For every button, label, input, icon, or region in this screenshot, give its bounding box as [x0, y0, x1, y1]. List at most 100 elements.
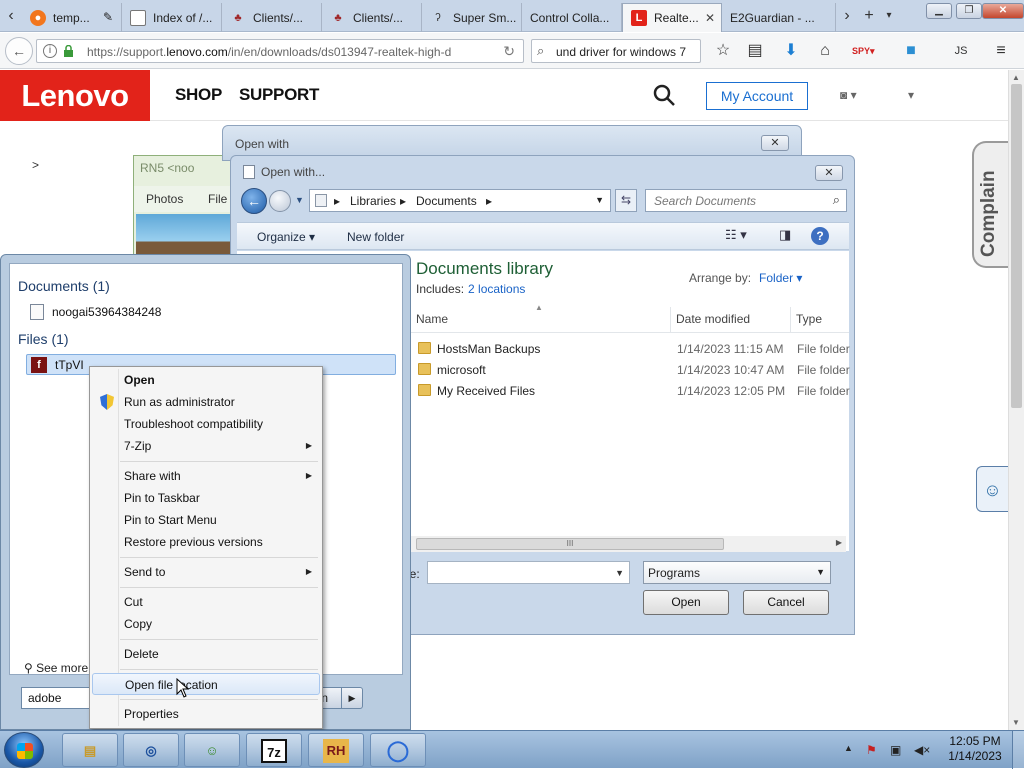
chevron-down-icon[interactable]: ▼ [615, 568, 624, 578]
reload-icon[interactable]: ↻ [503, 43, 515, 60]
tray-expand-icon[interactable]: ▲ [844, 743, 853, 753]
url-bar[interactable]: i https://support.lenovo.com/in/en/downl… [36, 39, 524, 63]
scroll-thumb[interactable] [1011, 84, 1022, 408]
file-row[interactable]: My Received Files 1/14/2023 12:05 PM Fil… [411, 381, 850, 402]
taskbar-app-chrome[interactable]: ◯ [370, 733, 426, 767]
tab-scroll-left-icon[interactable]: ‹ [2, 6, 20, 26]
network-icon[interactable]: ▣ [890, 743, 901, 757]
js-addon-icon[interactable]: JS [950, 40, 972, 62]
menu-hamburger-icon[interactable]: ≡ [990, 40, 1012, 62]
files-group-title[interactable]: Files (1) [18, 331, 69, 347]
taskbar-app-network[interactable]: ◎ [123, 733, 179, 767]
new-folder-button[interactable]: New folder [347, 230, 404, 244]
nav-forward-button[interactable] [269, 190, 291, 212]
complain-tab[interactable]: Complain [972, 141, 1008, 268]
tab-list-icon[interactable]: ▾ [880, 6, 898, 26]
open-button[interactable]: Open [643, 590, 729, 615]
menu-item-copy[interactable]: Copy [92, 613, 320, 635]
file-row[interactable]: microsoft 1/14/2023 10:47 AM File folder [411, 360, 850, 381]
rn5-menu-file[interactable]: File [208, 192, 227, 206]
search-documents-input[interactable]: Search Documents ⌕ [645, 189, 847, 212]
bookmark-star-icon[interactable]: ☆ [712, 40, 734, 62]
flag-alert-icon[interactable]: ⚑ [866, 743, 877, 757]
chevron-down-icon[interactable]: ▼ [595, 195, 604, 205]
shutdown-options-icon[interactable]: ▶ [341, 687, 363, 709]
recent-locations-icon[interactable]: ▼ [295, 195, 304, 205]
search-icon[interactable] [652, 83, 676, 107]
arrange-by-dropdown[interactable]: Folder ▾ [759, 271, 802, 285]
refresh-button[interactable]: ⇆ [615, 189, 637, 212]
tab-6-active[interactable]: L Realte... ✕ [622, 3, 722, 32]
column-date-modified[interactable]: Date modified [671, 307, 791, 333]
maximize-button[interactable]: ❐ [956, 3, 982, 19]
menu-item-open[interactable]: Open [92, 369, 320, 391]
download-icon[interactable]: ⬇ [780, 40, 802, 62]
column-name[interactable]: Name [411, 307, 671, 333]
taskbar-app-rh[interactable]: RH [308, 733, 364, 767]
back-button[interactable]: ← [5, 37, 33, 65]
feedback-smiley-icon[interactable]: ☺ [976, 466, 1008, 512]
close-tab-icon[interactable]: ✕ [705, 11, 715, 25]
menu-item-cut[interactable]: Cut [92, 591, 320, 613]
tab-2[interactable]: ♣ Clients/... [222, 3, 322, 32]
breadcrumb-chevron[interactable]: > [32, 158, 39, 172]
info-icon[interactable]: i [43, 44, 57, 58]
crumb-documents[interactable]: Documents [416, 194, 477, 208]
minimize-button[interactable]: ▁ [926, 3, 952, 19]
file-name-input[interactable]: ▼ [427, 561, 630, 584]
nav-shop-link[interactable]: SHOP [175, 85, 222, 105]
tab-3[interactable]: ♣ Clients/... [322, 3, 422, 32]
menu-item-restore-versions[interactable]: Restore previous versions [92, 531, 320, 553]
menu-dropdown-icon[interactable]: ▾ [908, 88, 914, 102]
file-row[interactable]: HostsMan Backups 1/14/2023 11:15 AM File… [411, 339, 850, 360]
preview-pane-icon[interactable]: ◨ [779, 227, 791, 243]
nav-back-button[interactable]: ← [241, 188, 267, 214]
menu-item-delete[interactable]: Delete [92, 643, 320, 665]
horizontal-scrollbar[interactable]: III ▶ [410, 536, 846, 552]
addon-square-icon[interactable]: ■ [900, 40, 922, 62]
my-account-button[interactable]: My Account [706, 82, 808, 110]
help-icon[interactable]: ? [811, 227, 829, 245]
menu-item-open-file-location[interactable]: Open file location [92, 673, 320, 695]
menu-item-send-to[interactable]: Send to ▶ [92, 561, 320, 583]
change-view-icon[interactable]: ☷ ▾ [725, 227, 747, 243]
tab-7[interactable]: E2Guardian - ... [722, 3, 836, 32]
menu-item-properties[interactable]: Properties [92, 703, 320, 725]
open-with-close-button[interactable]: ✕ [761, 135, 789, 151]
lenovo-logo[interactable]: Lenovo [0, 70, 150, 121]
menu-item-share-with[interactable]: Share with ▶ [92, 465, 320, 487]
start-button[interactable] [4, 732, 44, 768]
tab-1[interactable]: Index of /... [122, 3, 222, 32]
documents-group-title[interactable]: Documents (1) [18, 278, 110, 294]
scroll-up-icon[interactable]: ▲ [1012, 73, 1020, 82]
tab-4[interactable]: ʔ Super Sm... [422, 3, 522, 32]
tab-0[interactable]: ● temp... ✎ [22, 3, 122, 32]
menu-item-pin-start[interactable]: Pin to Start Menu [92, 509, 320, 531]
tab-5[interactable]: Control Colla... [522, 3, 622, 32]
rn5-menu-photos[interactable]: Photos [146, 192, 183, 206]
cancel-button[interactable]: Cancel [743, 590, 829, 615]
show-desktop-button[interactable] [1012, 731, 1024, 769]
reading-list-icon[interactable]: ▤ [744, 40, 766, 62]
hscroll-thumb[interactable]: III [416, 538, 724, 550]
nav-support-link[interactable]: SUPPORT [239, 85, 319, 105]
file-type-select[interactable]: Programs ▼ [643, 561, 831, 584]
breadcrumb[interactable]: ▸ Libraries ▸ Documents ▸ ▼ [309, 189, 611, 212]
spy-addon-icon[interactable]: SPY▾ [852, 40, 875, 62]
search-bar[interactable]: ⌕ und driver for windows 7 [531, 39, 701, 63]
home-icon[interactable]: ⌂ [814, 40, 836, 62]
menu-item-7zip[interactable]: 7-Zip ▶ [92, 435, 320, 457]
menu-item-troubleshoot[interactable]: Troubleshoot compatibility [92, 413, 320, 435]
volume-muted-icon[interactable]: ◀× [914, 743, 930, 757]
taskbar-app-users[interactable]: ☺ [184, 733, 240, 767]
organize-button[interactable]: Organize ▾ [257, 230, 315, 244]
see-more-results-link[interactable]: ⚲ See more r [24, 661, 95, 675]
locations-link[interactable]: 2 locations [468, 282, 525, 296]
tab-scroll-right-icon[interactable]: › [838, 6, 856, 26]
taskbar-app-7zip[interactable]: 7z [246, 733, 302, 767]
scroll-right-icon[interactable]: ▶ [836, 538, 842, 547]
dialog-close-button[interactable]: ✕ [815, 165, 843, 181]
taskbar-app-explorer[interactable]: ▤ [62, 733, 118, 767]
region-dropdown-icon[interactable]: ◙ ▾ [840, 88, 857, 102]
scroll-down-icon[interactable]: ▼ [1012, 718, 1020, 727]
